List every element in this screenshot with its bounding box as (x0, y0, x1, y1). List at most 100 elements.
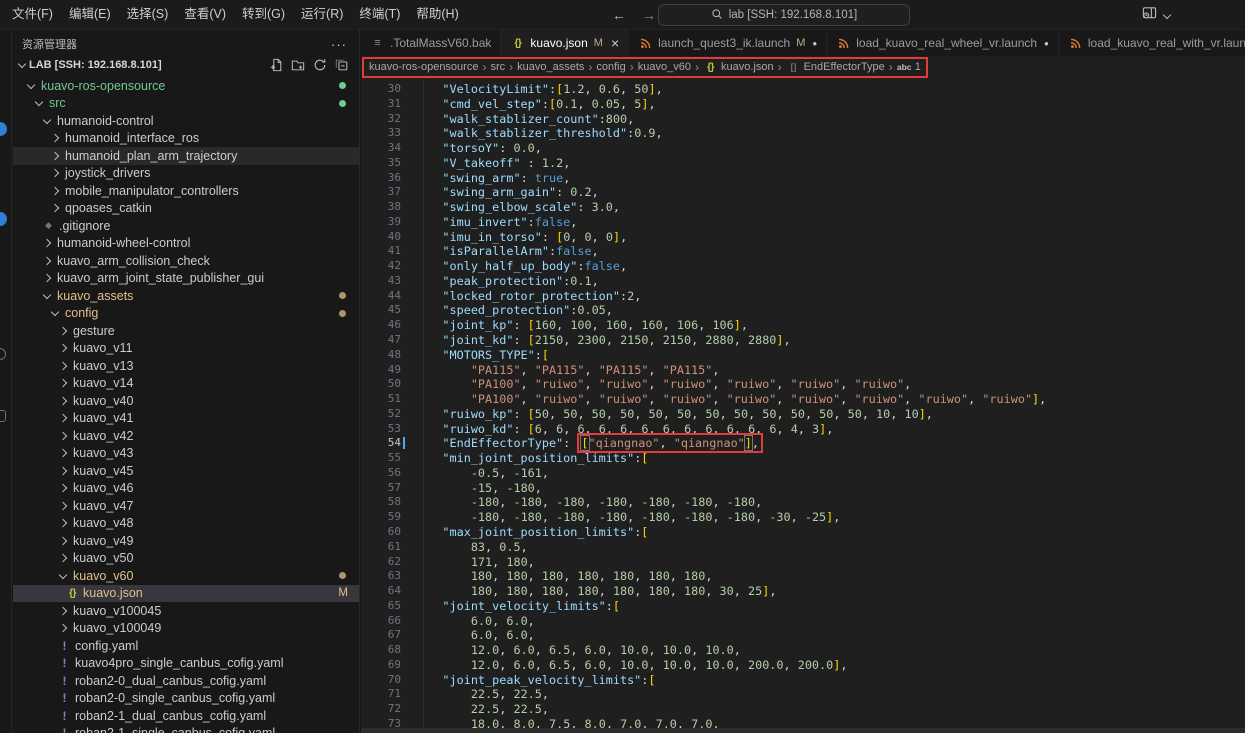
code-line-71[interactable]: 71 22.5, 22.5, (361, 687, 1245, 702)
code-line-63[interactable]: 63 180, 180, 180, 180, 180, 180, 180, (361, 569, 1245, 584)
code-line-56[interactable]: 56 -0.5, -161, (361, 466, 1245, 481)
tree-item-kuavo_v45[interactable]: kuavo_v45 (13, 462, 359, 480)
breadcrumb-kuavo-ros-opensource[interactable]: kuavo-ros-opensource (369, 61, 478, 73)
breadcrumb-kuavo.json[interactable]: {}kuavo.json (703, 61, 774, 73)
breadcrumb-1[interactable]: abc1 (897, 61, 921, 73)
tree-item-humanoid-wheel-control[interactable]: humanoid-wheel-control (13, 235, 359, 253)
code-line-55[interactable]: 55 "min_joint_position_limits":[ (361, 451, 1245, 466)
tree-item-kuavo_arm_collision_check[interactable]: kuavo_arm_collision_check (13, 252, 359, 270)
forward-arrow-button[interactable]: → (642, 7, 656, 23)
close-icon[interactable]: × (611, 35, 619, 51)
layout-control-button[interactable] (1142, 0, 1172, 30)
tree-item-kuavo_v40[interactable]: kuavo_v40 (13, 392, 359, 410)
tab-load_kuavo_real_wheel_vr.launch[interactable]: load_kuavo_real_wheel_vr.launch● (827, 30, 1059, 56)
code-line-44[interactable]: 44 "locked_rotor_protection":2, (361, 289, 1245, 304)
code-line-40[interactable]: 40 "imu_in_torso": [0, 0, 0], (361, 230, 1245, 245)
code-line-42[interactable]: 42 "only_half_up_body":false, (361, 259, 1245, 274)
new-folder-button[interactable] (291, 58, 305, 72)
tree-item-kuavo_v47[interactable]: kuavo_v47 (13, 497, 359, 515)
tab-.TotalMassV60.bak[interactable]: ≡.TotalMassV60.bak (361, 30, 501, 56)
code-line-49[interactable]: 49 "PA115", "PA115", "PA115", "PA115", (361, 363, 1245, 378)
horizontal-scrollbar[interactable] (361, 728, 1245, 733)
code-line-60[interactable]: 60 "max_joint_position_limits":[ (361, 525, 1245, 540)
code-line-46[interactable]: 46 "joint_kp": [160, 100, 160, 160, 106,… (361, 318, 1245, 333)
code-line-58[interactable]: 58 -180, -180, -180, -180, -180, -180, -… (361, 495, 1245, 510)
tree-item-roban2-0_single_canbus_cofig.yaml[interactable]: !roban2-0_single_canbus_cofig.yaml (13, 690, 359, 708)
tree-item-kuavo_arm_joint_state_publisher_gui[interactable]: kuavo_arm_joint_state_publisher_gui (13, 270, 359, 288)
code-line-45[interactable]: 45 "speed_protection":0.05, (361, 303, 1245, 318)
breadcrumb-kuavo_v60[interactable]: kuavo_v60 (638, 61, 691, 73)
menu-item-2[interactable]: 选择(S) (119, 0, 177, 29)
tree-item-kuavo_v49[interactable]: kuavo_v49 (13, 532, 359, 550)
tree-item-kuavo_v41[interactable]: kuavo_v41 (13, 410, 359, 428)
tree-item-kuavo.json[interactable]: {}kuavo.jsonM (13, 585, 359, 603)
code-line-61[interactable]: 61 83, 0.5, (361, 540, 1245, 555)
menu-item-3[interactable]: 查看(V) (176, 0, 234, 29)
collapse-folders-button[interactable] (335, 58, 349, 72)
tree-item-mobile_manipulator_controllers[interactable]: mobile_manipulator_controllers (13, 182, 359, 200)
code-line-43[interactable]: 43 "peak_protection":0.1, (361, 274, 1245, 289)
tree-item-config.yaml[interactable]: !config.yaml (13, 637, 359, 655)
tree-item-kuavo_v60[interactable]: kuavo_v60 (13, 567, 359, 585)
tree-item-kuavo_v48[interactable]: kuavo_v48 (13, 515, 359, 533)
code-line-36[interactable]: 36 "swing_arm": true, (361, 171, 1245, 186)
menu-item-7[interactable]: 帮助(H) (408, 0, 466, 29)
breadcrumb-EndEffectorType[interactable]: [ ]EndEffectorType (786, 61, 885, 73)
workspace-section-header[interactable]: LAB [SSH: 192.168.8.101] (13, 54, 359, 75)
code-line-31[interactable]: 31 "cmd_vel_step":[0.1, 0.05, 5], (361, 97, 1245, 112)
code-line-38[interactable]: 38 "swing_elbow_scale": 3.0, (361, 200, 1245, 215)
tree-item-roban2-1_dual_canbus_cofig.yaml[interactable]: !roban2-1_dual_canbus_cofig.yaml (13, 707, 359, 725)
command-center-search[interactable]: lab [SSH: 192.168.8.101] (658, 4, 910, 26)
tree-item-humanoid_plan_arm_trajectory[interactable]: humanoid_plan_arm_trajectory (13, 147, 359, 165)
tree-item-kuavo-ros-opensource[interactable]: kuavo-ros-opensource (13, 77, 359, 95)
tree-item-kuavo_v43[interactable]: kuavo_v43 (13, 445, 359, 463)
code-line-30[interactable]: 30 "VelocityLimit":[1.2, 0.6, 50], (361, 82, 1245, 97)
code-line-69[interactable]: 69 12.0, 6.0, 6.5, 6.0, 10.0, 10.0, 10.0… (361, 658, 1245, 673)
tree-item-config[interactable]: config (13, 305, 359, 323)
breadcrumb-config[interactable]: config (596, 61, 625, 73)
tab-load_kuavo_real_with_vr.launch[interactable]: load_kuavo_real_with_vr.launch (1059, 30, 1245, 56)
code-line-65[interactable]: 65 "joint_velocity_limits":[ (361, 599, 1245, 614)
menu-item-5[interactable]: 运行(R) (293, 0, 351, 29)
tree-item-roban2-1_single_canbus_cofig.yaml[interactable]: !roban2-1_single_canbus_cofig.yaml (13, 725, 359, 733)
new-file-button[interactable] (269, 58, 283, 72)
code-line-52[interactable]: 52 "ruiwo_kp": [50, 50, 50, 50, 50, 50, … (361, 407, 1245, 422)
code-line-72[interactable]: 72 22.5, 22.5, (361, 702, 1245, 717)
code-line-67[interactable]: 67 6.0, 6.0, (361, 628, 1245, 643)
menu-item-6[interactable]: 终端(T) (351, 0, 408, 29)
tree-item-kuavo_v13[interactable]: kuavo_v13 (13, 357, 359, 375)
code-line-37[interactable]: 37 "swing_arm_gain": 0.2, (361, 185, 1245, 200)
code-line-33[interactable]: 33 "walk_stablizer_threshold":0.9, (361, 126, 1245, 141)
tab-kuavo.json[interactable]: {}kuavo.jsonM× (501, 30, 629, 56)
tree-item-src[interactable]: src (13, 95, 359, 113)
code-line-47[interactable]: 47 "joint_kd": [2150, 2300, 2150, 2150, … (361, 333, 1245, 348)
code-line-50[interactable]: 50 "PA100", "ruiwo", "ruiwo", "ruiwo", "… (361, 377, 1245, 392)
back-arrow-button[interactable]: ← (612, 7, 626, 23)
code-line-53[interactable]: 53 "ruiwo_kd": [6, 6, 6, 6, 6, 6, 6, 6, … (361, 422, 1245, 437)
tree-item-kuavo_v100045[interactable]: kuavo_v100045 (13, 602, 359, 620)
code-line-51[interactable]: 51 "PA100", "ruiwo", "ruiwo", "ruiwo", "… (361, 392, 1245, 407)
tree-item-roban2-0_dual_canbus_cofig.yaml[interactable]: !roban2-0_dual_canbus_cofig.yaml (13, 672, 359, 690)
code-line-68[interactable]: 68 12.0, 6.0, 6.5, 6.0, 10.0, 10.0, 10.0… (361, 643, 1245, 658)
code-line-35[interactable]: 35 "V_takeoff" : 1.2, (361, 156, 1245, 171)
tree-item-joystick_drivers[interactable]: joystick_drivers (13, 165, 359, 183)
breadcrumb-src[interactable]: src (490, 61, 505, 73)
code-line-41[interactable]: 41 "isParallelArm":false, (361, 244, 1245, 259)
tree-item-kuavo_v11[interactable]: kuavo_v11 (13, 340, 359, 358)
code-line-70[interactable]: 70 "joint_peak_velocity_limits":[ (361, 673, 1245, 688)
tree-item-kuavo_v14[interactable]: kuavo_v14 (13, 375, 359, 393)
tree-item-humanoid-control[interactable]: humanoid-control (13, 112, 359, 130)
code-line-39[interactable]: 39 "imu_invert":false, (361, 215, 1245, 230)
menu-item-4[interactable]: 转到(G) (234, 0, 293, 29)
breadcrumb-kuavo_assets[interactable]: kuavo_assets (517, 61, 584, 73)
code-line-48[interactable]: 48 "MOTORS_TYPE":[ (361, 348, 1245, 363)
code-line-34[interactable]: 34 "torsoY": 0.0, (361, 141, 1245, 156)
tree-item-kuavo_assets[interactable]: kuavo_assets (13, 287, 359, 305)
tab-launch_quest3_ik.launch[interactable]: launch_quest3_ik.launchM● (629, 30, 827, 56)
tree-item-gesture[interactable]: gesture (13, 322, 359, 340)
refresh-icon[interactable] (313, 58, 327, 72)
code-line-54[interactable]: 54 "EndEffectorType": ["qiangnao", "qian… (361, 436, 1245, 451)
code-line-59[interactable]: 59 -180, -180, -180, -180, -180, -180, -… (361, 510, 1245, 525)
tree-item-qpoases_catkin[interactable]: qpoases_catkin (13, 200, 359, 218)
menu-item-1[interactable]: 编辑(E) (61, 0, 119, 29)
